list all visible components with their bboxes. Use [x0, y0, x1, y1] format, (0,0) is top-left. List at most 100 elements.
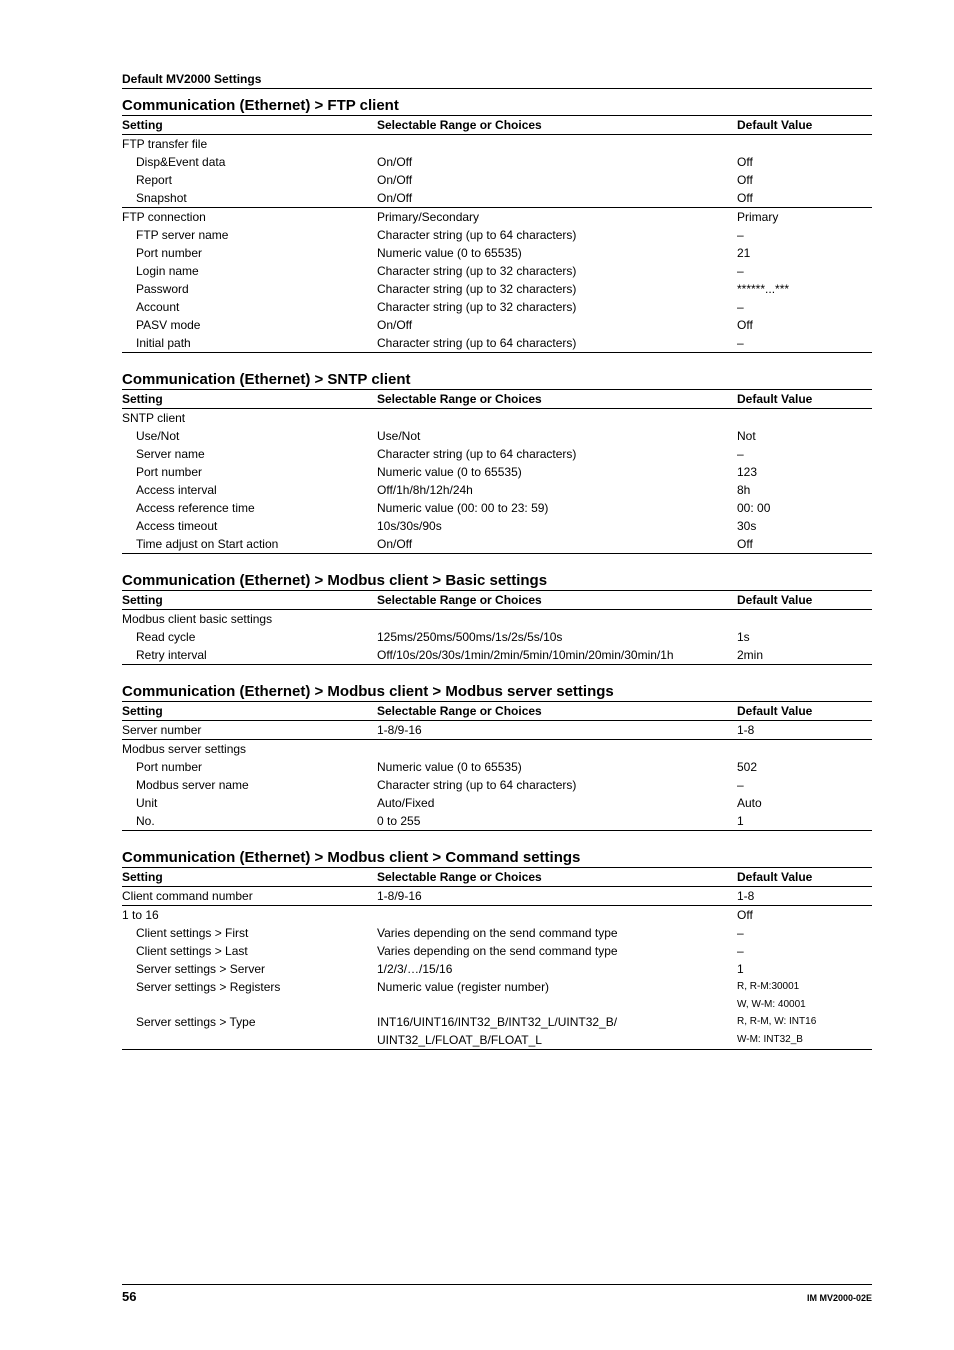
table-ftp: Setting Selectable Range or Choices Defa… [122, 115, 872, 353]
cell: ******...*** [737, 280, 872, 298]
cell: Server settings > Type [122, 1013, 377, 1031]
cell: On/Off [377, 189, 737, 208]
section-title-modbus-server: Communication (Ethernet) > Modbus client… [122, 683, 872, 700]
cell: Character string (up to 32 characters) [377, 298, 737, 316]
cell: Off [737, 189, 872, 208]
cell: PASV mode [122, 316, 377, 334]
section-title-sntp: Communication (Ethernet) > SNTP client [122, 371, 872, 388]
cell: Report [122, 171, 377, 189]
cell: Initial path [122, 334, 377, 353]
cell: 123 [737, 463, 872, 481]
cell: Read cycle [122, 628, 377, 646]
cell: Server settings > Server [122, 960, 377, 978]
cell: Varies depending on the send command typ… [377, 942, 737, 960]
cell: – [737, 942, 872, 960]
cell: Disp&Event data [122, 153, 377, 171]
cell: Port number [122, 244, 377, 262]
cell: Modbus client basic settings [122, 610, 377, 629]
cell: Client command number [122, 887, 377, 906]
cell: 8h [737, 481, 872, 499]
cell: No. [122, 812, 377, 831]
cell: Not [737, 427, 872, 445]
cell: Modbus server settings [122, 740, 377, 759]
cell [377, 906, 737, 925]
cell: Use/Not [122, 427, 377, 445]
cell: FTP connection [122, 208, 377, 227]
cell: Numeric value (00: 00 to 23: 59) [377, 499, 737, 517]
cell: 0 to 255 [377, 812, 737, 831]
cell: Port number [122, 463, 377, 481]
cell: R, R-M, W: INT16 [737, 1013, 872, 1031]
cell: Numeric value (0 to 65535) [377, 244, 737, 262]
table-sntp: Setting Selectable Range or Choices Defa… [122, 389, 872, 554]
col-setting: Setting [122, 116, 377, 135]
cell: 125ms/250ms/500ms/1s/2s/5s/10s [377, 628, 737, 646]
cell: Use/Not [377, 427, 737, 445]
cell: Time adjust on Start action [122, 535, 377, 554]
cell: UINT32_L/FLOAT_B/FLOAT_L [377, 1031, 737, 1050]
cell [377, 135, 737, 154]
cell: 10s/30s/90s [377, 517, 737, 535]
col-default: Default Value [737, 868, 872, 887]
cell: 2min [737, 646, 872, 665]
col-range: Selectable Range or Choices [377, 591, 737, 610]
cell [377, 409, 737, 428]
cell: INT16/UINT16/INT32_B/INT32_L/UINT32_B/ [377, 1013, 737, 1031]
col-range: Selectable Range or Choices [377, 702, 737, 721]
cell: Client settings > First [122, 924, 377, 942]
cell: Password [122, 280, 377, 298]
cell: Off [737, 316, 872, 334]
cell: Off [737, 171, 872, 189]
cell: Numeric value (register number) [377, 978, 737, 996]
cell: 1 [737, 960, 872, 978]
cell [737, 610, 872, 629]
cell: 30s [737, 517, 872, 535]
document-id: IM MV2000-02E [807, 1293, 872, 1303]
cell: – [737, 298, 872, 316]
cell: FTP server name [122, 226, 377, 244]
cell: W, W-M: 40001 [737, 996, 872, 1013]
cell: On/Off [377, 535, 737, 554]
col-range: Selectable Range or Choices [377, 390, 737, 409]
table-modbus-basic: Setting Selectable Range or Choices Defa… [122, 590, 872, 665]
cell: 1-8 [737, 721, 872, 740]
cell: Character string (up to 32 characters) [377, 280, 737, 298]
cell: Server name [122, 445, 377, 463]
cell: Off/1h/8h/12h/24h [377, 481, 737, 499]
col-setting: Setting [122, 702, 377, 721]
cell: Modbus server name [122, 776, 377, 794]
cell [377, 610, 737, 629]
cell: Primary [737, 208, 872, 227]
cell: Off [737, 153, 872, 171]
cell [377, 740, 737, 759]
cell: 502 [737, 758, 872, 776]
cell: Port number [122, 758, 377, 776]
col-default: Default Value [737, 591, 872, 610]
cell [377, 996, 737, 1013]
col-range: Selectable Range or Choices [377, 116, 737, 135]
page-footer: 56 IM MV2000-02E [122, 1284, 872, 1304]
cell: – [737, 226, 872, 244]
section-title-modbus-basic: Communication (Ethernet) > Modbus client… [122, 572, 872, 589]
page-header: Default MV2000 Settings [122, 72, 872, 89]
cell: 1-8/9-16 [377, 887, 737, 906]
cell: Numeric value (0 to 65535) [377, 463, 737, 481]
cell: R, R-M:30001 [737, 978, 872, 996]
cell: Off/10s/20s/30s/1min/2min/5min/10min/20m… [377, 646, 737, 665]
cell: Primary/Secondary [377, 208, 737, 227]
cell: 1s [737, 628, 872, 646]
cell [737, 135, 872, 154]
col-range: Selectable Range or Choices [377, 868, 737, 887]
col-default: Default Value [737, 702, 872, 721]
cell: On/Off [377, 153, 737, 171]
cell: 1 to 16 [122, 906, 377, 925]
cell: 00: 00 [737, 499, 872, 517]
table-modbus-command: Setting Selectable Range or Choices Defa… [122, 867, 872, 1050]
cell: Character string (up to 64 characters) [377, 445, 737, 463]
cell: – [737, 924, 872, 942]
cell: Character string (up to 32 characters) [377, 262, 737, 280]
page-number: 56 [122, 1289, 136, 1304]
cell: 21 [737, 244, 872, 262]
cell [122, 996, 377, 1013]
cell: Off [737, 906, 872, 925]
